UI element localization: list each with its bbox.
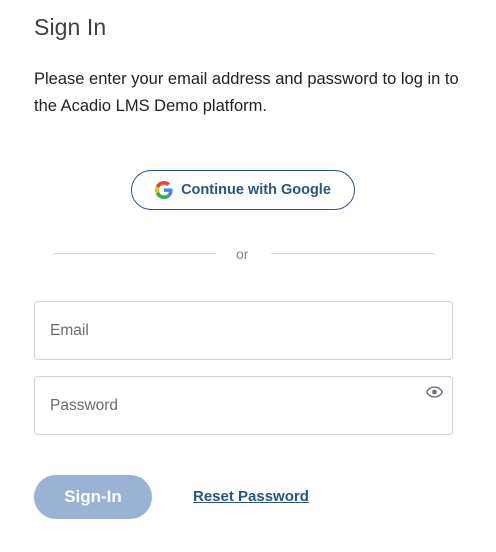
sign-in-button[interactable]: Sign-In: [34, 475, 152, 519]
divider-or-text: or: [236, 246, 249, 262]
eye-icon[interactable]: [425, 385, 444, 398]
divider-line-left: [54, 253, 216, 254]
password-field-container: [34, 376, 453, 435]
email-field-container: [34, 301, 453, 360]
divider-line-right: [271, 253, 434, 254]
password-input[interactable]: [35, 377, 452, 434]
google-button-label: Continue with Google: [181, 182, 331, 198]
intro-text: Please enter your email address and pass…: [34, 70, 459, 115]
reset-password-link[interactable]: Reset Password: [193, 488, 309, 505]
email-input[interactable]: [35, 302, 452, 359]
continue-with-google-button[interactable]: Continue with Google: [131, 170, 355, 210]
page-title: Sign In: [34, 14, 107, 40]
google-g-icon: [155, 181, 173, 199]
